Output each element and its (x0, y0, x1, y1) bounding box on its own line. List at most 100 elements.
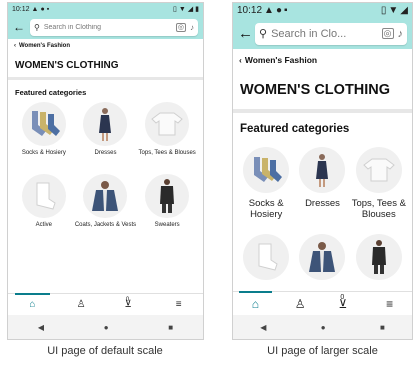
breadcrumb-label[interactable]: Women's Fashion (19, 43, 70, 49)
page-title: WOMEN'S CLOTHING (15, 59, 119, 71)
category-dresses[interactable]: Dresses (294, 147, 350, 228)
app-icon: ● (275, 4, 282, 16)
chevron-left-icon: ‹ (239, 55, 242, 65)
category-label: Tops, Tees & Blouses (351, 198, 406, 221)
back-triangle-icon[interactable]: ◀ (38, 323, 44, 332)
sweater-image (355, 234, 402, 280)
category-socks[interactable]: Socks & Hosiery (238, 147, 294, 228)
active-image (21, 174, 66, 218)
category-coats[interactable] (294, 234, 350, 280)
breadcrumb-label[interactable]: Women's Fashion (245, 55, 317, 65)
back-arrow-icon[interactable]: ← (238, 25, 253, 42)
recents-square-icon[interactable]: ■ (168, 323, 173, 332)
phone-default-scale: 10:12 ▲ ● ▪ ▯ ▼ ◢ ▮ ← ⚲ Search in Clothi… (7, 2, 204, 340)
category-sweaters[interactable]: Sweaters (136, 174, 198, 242)
category-active[interactable] (238, 234, 294, 280)
wifi-icon: ▼ (388, 4, 399, 16)
featured-heading: Featured categories (15, 88, 87, 97)
page-title: WOMEN'S CLOTHING (240, 82, 391, 98)
caption-default: UI page of default scale (47, 345, 163, 357)
category-label: Dresses (94, 150, 117, 156)
sd-card-icon: ▪ (283, 4, 288, 16)
home-circle-icon[interactable]: ● (321, 323, 326, 332)
category-coats[interactable]: Coats, Jackets & Vests (75, 174, 137, 242)
category-grid: Socks & Hosiery Dresses Tops, Tees & Blo… (233, 147, 412, 280)
category-label: Socks & Hosiery (21, 150, 66, 156)
status-bar: 10:12 ▲ ● ▪ ▯ ▼ ◢ ▮ (8, 3, 203, 15)
home-icon: ⌂ (29, 299, 36, 310)
category-grid: Socks & Hosiery Dresses Tops, Tees & Blo… (8, 102, 203, 242)
signal-icon: ◢ (400, 4, 408, 16)
category-label: Active (35, 222, 52, 228)
dress-image (83, 102, 128, 146)
nav-cart[interactable]: ⊻ 0 (106, 294, 155, 315)
chevron-left-icon: ‹ (14, 43, 16, 49)
nav-home[interactable]: ⌂ (8, 293, 57, 315)
top-image (355, 147, 402, 193)
cart-count: 0 (340, 294, 345, 301)
nav-cart[interactable]: ⊻ 0 (323, 292, 368, 315)
status-time: 10:12 (237, 5, 263, 16)
menu-icon: ≡ (175, 299, 182, 310)
microphone-icon[interactable]: ♪ (398, 28, 404, 40)
vibrate-icon: ▯ (380, 4, 387, 16)
sweater-image (145, 174, 190, 218)
menu-icon: ≡ (386, 296, 394, 311)
home-icon: ⌂ (251, 296, 259, 311)
search-input[interactable]: Search in Clothing (44, 24, 172, 31)
active-image (243, 234, 290, 280)
socks-image (243, 147, 290, 193)
socks-image (21, 102, 66, 146)
battery-icon: ▮ (195, 5, 199, 13)
notification-icon: ▲ (264, 4, 274, 16)
system-nav: ◀ ● ■ (233, 315, 412, 339)
category-label: Dresses (305, 198, 340, 209)
phone-larger-scale: 10:12 ▲ ● ▪ ▯ ▼ ◢ ← ⚲ Search in Clo... ◎… (232, 2, 413, 340)
wifi-icon: ▼ (178, 5, 186, 13)
coat-image (83, 174, 128, 218)
category-socks[interactable]: Socks & Hosiery (13, 102, 75, 170)
app-header: ← ⚲ Search in Clothing ◎ ♪ (8, 15, 203, 39)
breadcrumb[interactable]: ‹ Women's Fashion (8, 39, 203, 53)
system-nav: ◀ ● ■ (8, 315, 203, 339)
search-bar[interactable]: ⚲ Search in Clothing ◎ ♪ (30, 18, 198, 36)
category-dresses[interactable]: Dresses (75, 102, 137, 170)
status-time: 10:12 (12, 5, 30, 13)
search-bar[interactable]: ⚲ Search in Clo... ◎ ♪ (255, 22, 407, 45)
signal-icon: ◢ (187, 5, 194, 13)
notification-icon: ▲ (31, 5, 39, 13)
cart-count: 0 (125, 296, 130, 303)
camera-icon[interactable]: ◎ (175, 22, 186, 32)
nav-account[interactable]: ♙ (278, 292, 323, 315)
search-icon: ⚲ (259, 28, 268, 40)
category-active[interactable]: Active (13, 174, 75, 242)
category-tops[interactable]: Tops, Tees & Blouses (136, 102, 198, 170)
app-header: ← ⚲ Search in Clo... ◎ ♪ (233, 18, 412, 49)
nav-account[interactable]: ♙ (57, 294, 106, 315)
nav-home[interactable]: ⌂ (233, 291, 278, 315)
category-label: Coats, Jackets & Vests (74, 222, 137, 228)
camera-icon[interactable]: ◎ (381, 28, 394, 39)
status-bar: 10:12 ▲ ● ▪ ▯ ▼ ◢ (233, 3, 412, 18)
back-arrow-icon[interactable]: ← (13, 20, 25, 34)
nav-menu[interactable]: ≡ (154, 294, 203, 315)
nav-menu[interactable]: ≡ (367, 292, 412, 315)
home-circle-icon[interactable]: ● (104, 323, 109, 332)
category-tops[interactable]: Tops, Tees & Blouses (351, 147, 407, 228)
dress-image (299, 147, 346, 193)
bottom-nav: ⌂ ♙ ⊻ 0 ≡ (233, 291, 412, 315)
coat-image (299, 234, 346, 280)
back-triangle-icon[interactable]: ◀ (260, 323, 266, 332)
recents-square-icon[interactable]: ■ (380, 323, 385, 332)
search-input[interactable]: Search in Clo... (271, 28, 378, 40)
breadcrumb[interactable]: ‹ Women's Fashion (233, 49, 412, 71)
category-sweaters[interactable] (351, 234, 407, 280)
microphone-icon[interactable]: ♪ (190, 23, 194, 32)
vibrate-icon: ▯ (172, 5, 177, 13)
top-image (145, 102, 190, 146)
app-icon: ● (40, 5, 45, 13)
account-icon: ♙ (76, 299, 86, 310)
search-icon: ⚲ (34, 22, 40, 32)
category-label: Sweaters (154, 222, 180, 228)
sd-card-icon: ▪ (46, 5, 50, 13)
